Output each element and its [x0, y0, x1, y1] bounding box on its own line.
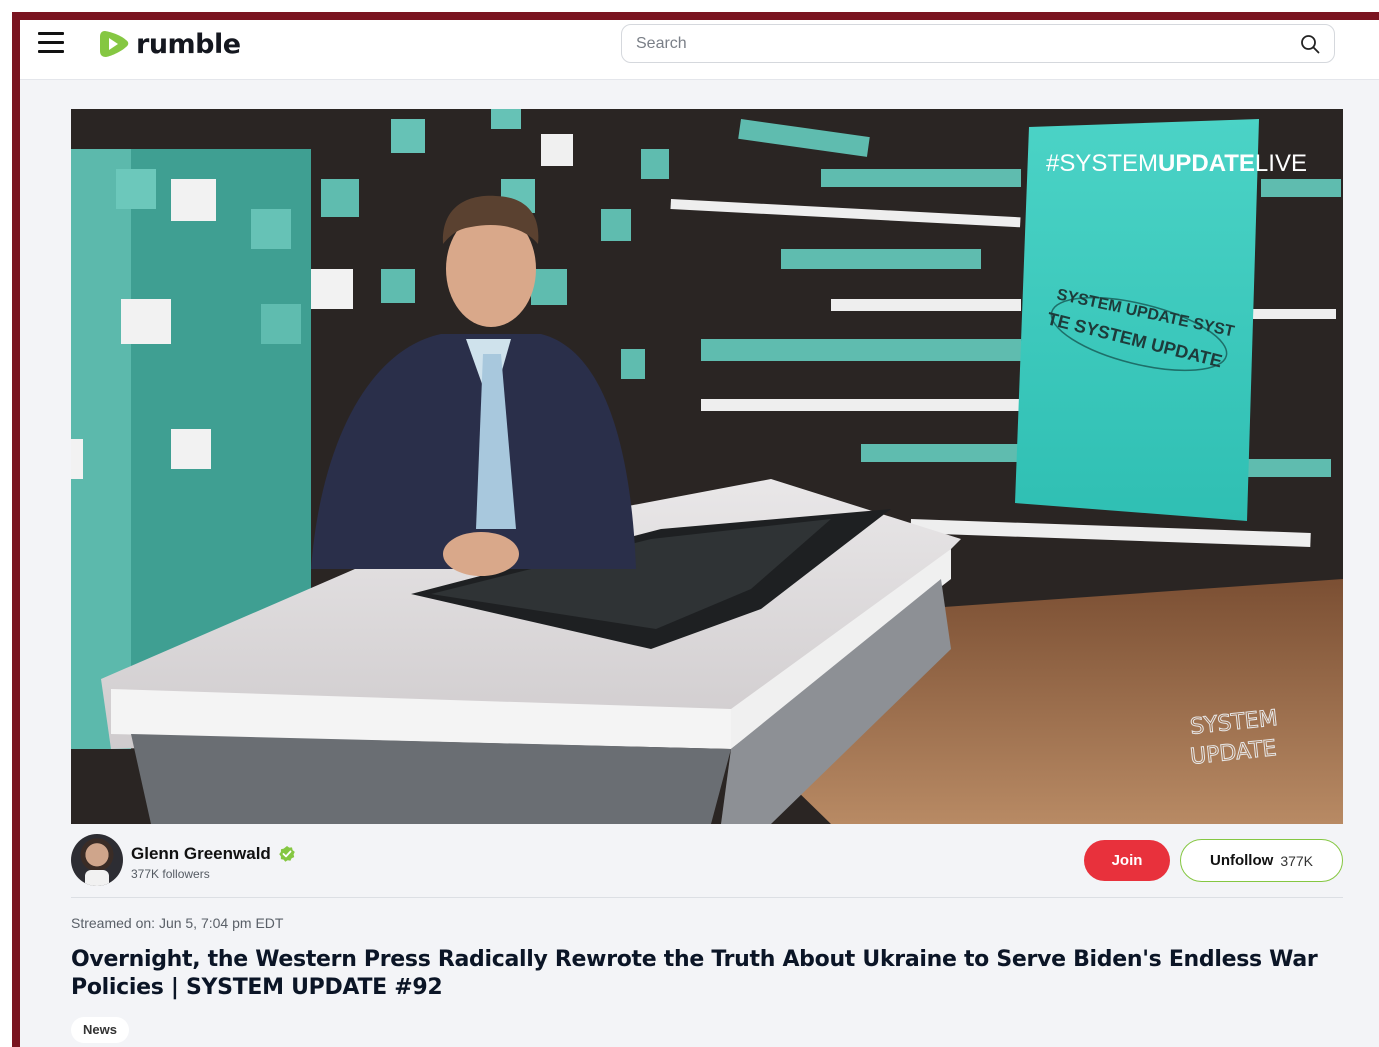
- video-frame: #SYSTEMUPDATELIVE SYSTEM UPDATE SYST TE …: [71, 109, 1343, 824]
- channel-name: Glenn Greenwald: [131, 844, 271, 863]
- video-title: Overnight, the Western Press Radically R…: [71, 947, 1318, 1000]
- rumble-logo[interactable]: rumble: [98, 27, 241, 61]
- window-frame-top: [12, 12, 1379, 20]
- verified-check-icon: [279, 846, 295, 862]
- unfollow-button[interactable]: Unfollow 377K: [1180, 839, 1343, 882]
- site-header: rumble: [20, 20, 1379, 80]
- join-button[interactable]: Join: [1084, 840, 1170, 881]
- follower-count: 377K followers: [131, 867, 210, 881]
- logo-text: rumble: [136, 28, 241, 60]
- rumble-play-icon: [100, 31, 129, 57]
- search-icon[interactable]: [1300, 34, 1320, 54]
- video-player[interactable]: #SYSTEMUPDATELIVE SYSTEM UPDATE SYST TE …: [71, 109, 1343, 824]
- menu-icon[interactable]: [38, 32, 64, 54]
- avatar[interactable]: [71, 834, 123, 886]
- channel-name-link[interactable]: Glenn Greenwald: [131, 844, 296, 864]
- search-bar: [621, 24, 1335, 63]
- svg-text:#SYSTEMUPDATELIVE: #SYSTEMUPDATELIVE: [1046, 150, 1307, 177]
- unfollow-count: 377K: [1280, 852, 1314, 869]
- category-tag[interactable]: News: [71, 1017, 129, 1043]
- unfollow-label: Unfollow: [1209, 852, 1274, 869]
- search-input[interactable]: [636, 33, 1276, 55]
- page: rumble Search #SYSTEMUPDATELIVE SYSTEM U…: [20, 20, 1379, 1047]
- window-frame-left: [12, 12, 20, 1047]
- streamed-date: Streamed on: Jun 5, 7:04 pm EDT: [71, 915, 284, 931]
- channel-row: Glenn Greenwald 377K followers Join Unfo…: [71, 834, 1343, 898]
